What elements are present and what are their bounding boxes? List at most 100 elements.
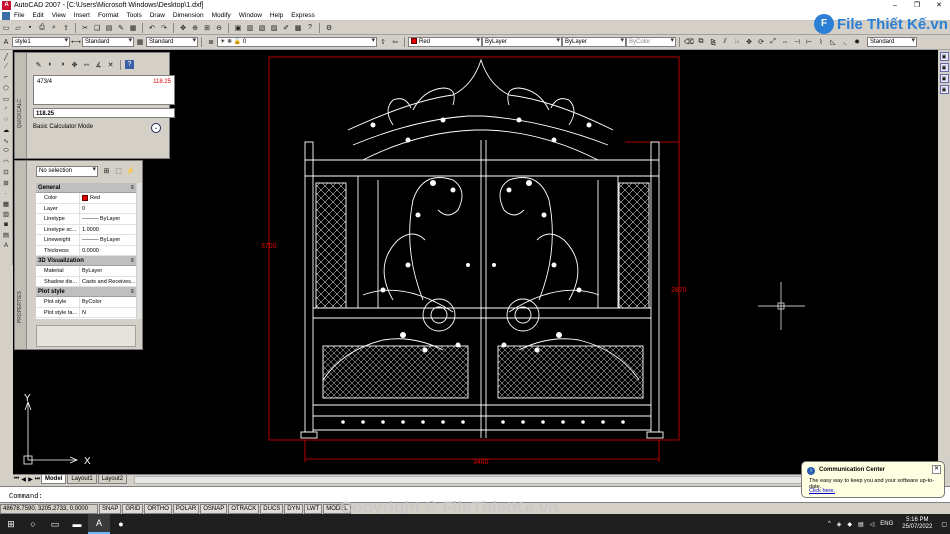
distance-icon[interactable]: ⇿	[82, 60, 91, 69]
intersection-icon[interactable]: ✕	[106, 60, 115, 69]
menu-file[interactable]: File	[10, 11, 28, 21]
first-tab-icon[interactable]: ⏮	[13, 476, 20, 483]
make-layer-current-icon[interactable]: ⇧	[378, 37, 388, 47]
trim-icon[interactable]: ⊣	[792, 37, 802, 47]
windows-start-icon[interactable]: ⊞	[0, 514, 22, 534]
coordinate-readout[interactable]: 48678.7590, 3205.2733, 0.0000	[0, 503, 98, 514]
menu-window[interactable]: Window	[235, 11, 266, 21]
table-style-icon[interactable]: ▦	[135, 37, 145, 47]
grid-toggle[interactable]: GRID	[122, 503, 144, 514]
polar-toggle[interactable]: POLAR	[172, 503, 200, 514]
properties-scrollbar[interactable]	[137, 183, 142, 319]
minimize-button[interactable]: –	[884, 0, 906, 11]
explode-icon[interactable]: ✹	[852, 37, 862, 47]
rotate-icon[interactable]: ⟳	[756, 37, 766, 47]
section-general[interactable]: General	[36, 183, 136, 193]
break-icon[interactable]: ⌇	[816, 37, 826, 47]
properties-titlebar[interactable]: PROPERTIES	[15, 161, 27, 349]
menu-tools[interactable]: Tools	[123, 11, 146, 21]
property-row[interactable]: Thickness 0.0000	[36, 245, 136, 256]
autocad-taskbar-icon[interactable]: A	[88, 514, 110, 534]
insert-block-icon[interactable]: ⊡	[1, 168, 11, 177]
pan-icon[interactable]: ✥	[178, 23, 188, 33]
multiline-text-icon[interactable]: A	[1, 241, 11, 250]
help-icon[interactable]: ?	[305, 23, 315, 33]
workspace-icon[interactable]: ⚙	[324, 23, 334, 33]
plot-icon[interactable]: ⎙	[37, 23, 47, 33]
spline-icon[interactable]: ∿	[1, 136, 11, 145]
history-result[interactable]: 118.25	[153, 79, 171, 85]
tool-palettes-icon[interactable]: ▧	[257, 23, 267, 33]
clock[interactable]: 5:16 PM 25/07/2022	[899, 517, 935, 531]
menu-help[interactable]: Help	[266, 11, 287, 21]
balloon-link[interactable]: Click here.	[809, 488, 835, 494]
point-icon[interactable]: ·	[1, 189, 11, 198]
open-file-icon[interactable]: ▱	[13, 23, 23, 33]
menu-draw[interactable]: Draw	[146, 11, 169, 21]
hatch-icon[interactable]: ▦	[1, 199, 11, 208]
menu-view[interactable]: View	[48, 11, 70, 21]
stretch-icon[interactable]: ⇔	[780, 37, 790, 47]
match-properties-icon[interactable]: ✎	[116, 23, 126, 33]
ortho-toggle[interactable]: ORTHO	[144, 503, 172, 514]
arc-icon[interactable]: ◜	[1, 105, 11, 114]
cut-icon[interactable]: ✂	[80, 23, 90, 33]
line-icon[interactable]: ╱	[1, 52, 11, 61]
language-indicator[interactable]: ENG	[880, 521, 893, 527]
plot-preview-icon[interactable]: ⌕	[49, 23, 59, 33]
search-icon[interactable]: ○	[22, 514, 44, 534]
last-tab-icon[interactable]: ⏭	[34, 476, 41, 483]
layer-manager-icon[interactable]: ≣	[206, 37, 216, 47]
gradient-icon[interactable]: ▥	[1, 210, 11, 219]
angle-icon[interactable]: ∡	[94, 60, 103, 69]
layer-previous-icon[interactable]: ⇦	[390, 37, 400, 47]
erase-icon[interactable]: ⌫	[684, 37, 694, 47]
otrack-toggle[interactable]: OTRACK	[228, 503, 260, 514]
color-select[interactable]: Red	[408, 37, 482, 47]
property-row[interactable]: Plot style ta... N	[36, 307, 136, 318]
offset-icon[interactable]: ⫽	[720, 37, 730, 47]
ucs-icon[interactable]: ▣	[939, 74, 949, 83]
close-button[interactable]: ✕	[928, 0, 950, 11]
markup-icon[interactable]: ✐	[281, 23, 291, 33]
dim-style-select[interactable]: Standard	[82, 37, 134, 47]
autocad-app-icon[interactable]: A	[2, 1, 11, 10]
quick-select-icon[interactable]: ⚡	[126, 166, 135, 175]
table-icon[interactable]: ▤	[1, 231, 11, 240]
design-center-icon[interactable]: ▥	[245, 23, 255, 33]
sheet-set-icon[interactable]: ▨	[269, 23, 279, 33]
get-coordinates-icon[interactable]: ✥	[70, 60, 79, 69]
text-style-select[interactable]: style1	[12, 37, 70, 47]
fillet-icon[interactable]: ◟	[840, 37, 850, 47]
lineweight-select[interactable]: ByLayer	[562, 37, 626, 47]
viewport-icon[interactable]: ▣	[939, 85, 949, 94]
snap-toggle[interactable]: SNAP	[99, 503, 122, 514]
redo-icon[interactable]: ↷	[159, 23, 169, 33]
selection-select[interactable]: No selection	[36, 166, 98, 177]
property-row[interactable]: Material ByLayer	[36, 266, 136, 277]
mirror-icon[interactable]: ⧎	[708, 37, 718, 47]
rectangle-icon[interactable]: ▭	[1, 94, 11, 103]
text-style-icon[interactable]: A	[1, 37, 11, 47]
prev-tab-icon[interactable]: ◀	[20, 476, 27, 483]
extend-icon[interactable]: ⊢	[804, 37, 814, 47]
notifications-icon[interactable]: ▢	[941, 521, 947, 528]
next-tab-icon[interactable]: ▶	[27, 476, 34, 483]
property-row[interactable]: Lineweight ——— ByLayer	[36, 235, 136, 246]
property-row[interactable]: Shadow dis... Casts and Receives...	[36, 276, 136, 287]
expand-chevron-icon[interactable]: ⌄	[151, 123, 161, 133]
save-icon[interactable]: ▪	[25, 23, 35, 33]
new-file-icon[interactable]: ▭	[1, 23, 11, 33]
balloon-close-button[interactable]: ✕	[932, 465, 941, 474]
section-plot-style[interactable]: Plot style	[36, 287, 136, 297]
quickcalc-icon[interactable]: ▩	[293, 23, 303, 33]
property-row[interactable]: Linetype ——— ByLayer	[36, 214, 136, 225]
menu-insert[interactable]: Insert	[70, 11, 94, 21]
zoom-window-icon[interactable]: ⊞	[202, 23, 212, 33]
file-explorer-icon[interactable]: ▬	[66, 514, 88, 534]
paste-value-icon[interactable]: ◑	[58, 60, 67, 69]
named-view-icon[interactable]: ▣	[939, 63, 949, 72]
restore-button[interactable]: ❐	[906, 0, 928, 11]
undo-icon[interactable]: ↶	[147, 23, 157, 33]
zalo-taskbar-icon[interactable]: ●	[110, 514, 132, 534]
